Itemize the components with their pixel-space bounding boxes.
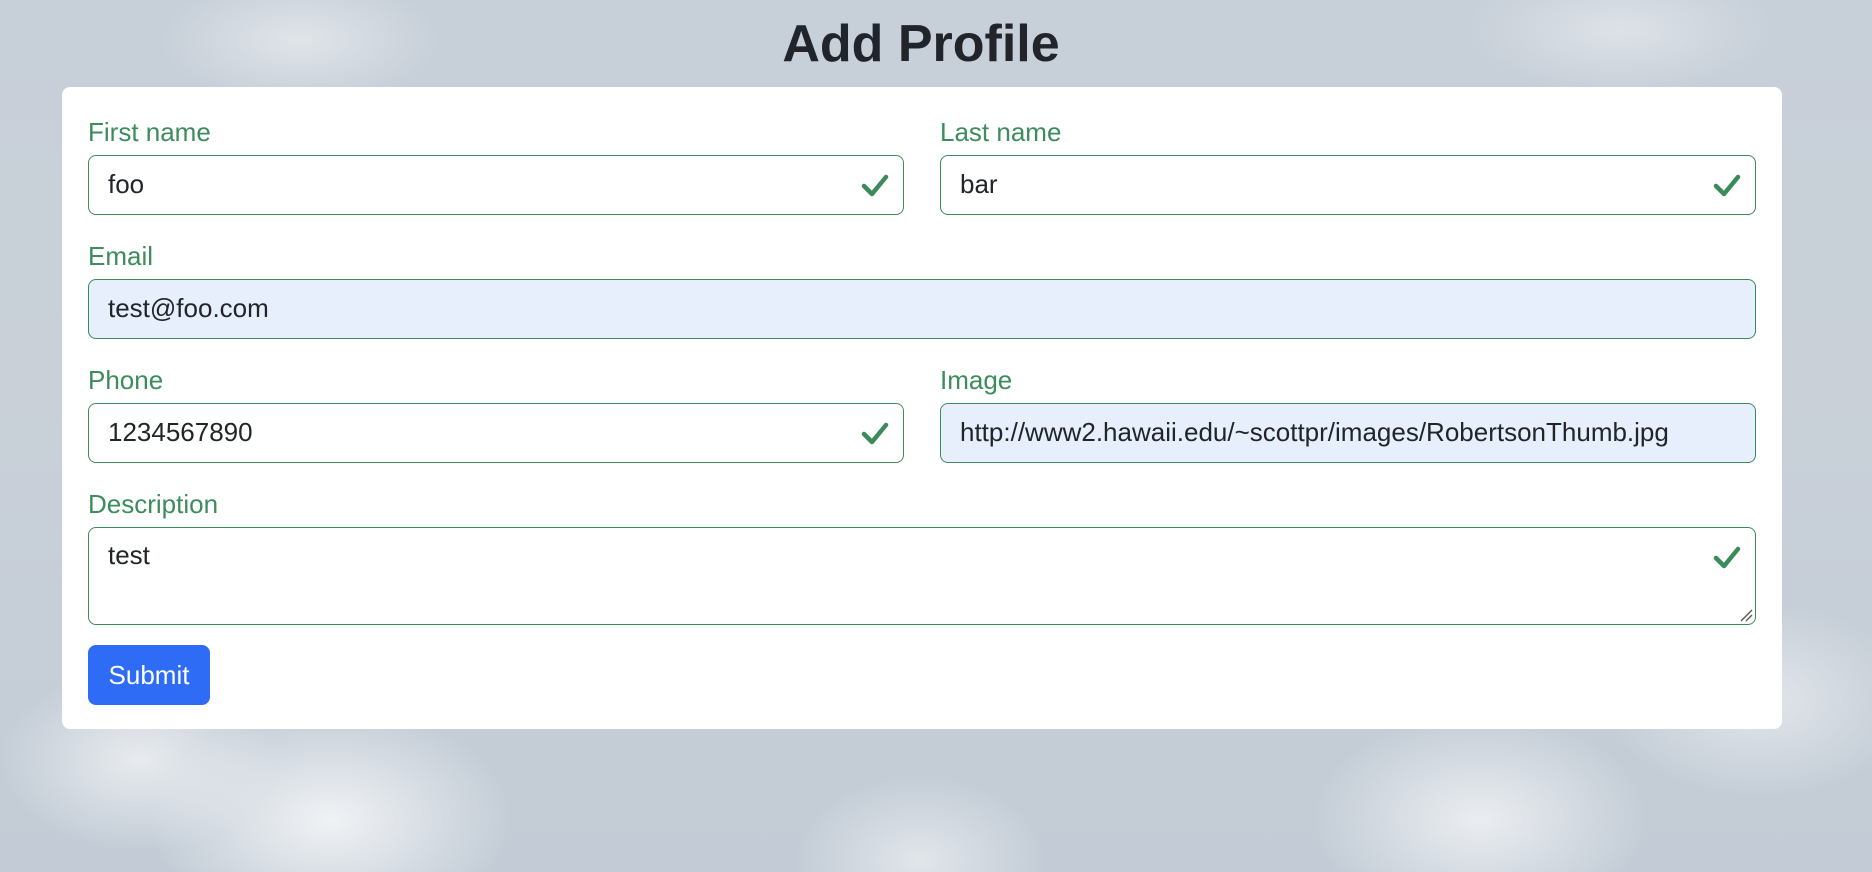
check-icon	[1713, 546, 1741, 569]
first-name-value: foo	[108, 169, 145, 199]
check-icon	[861, 422, 889, 445]
email-group: Email test@foo.com	[88, 241, 1756, 339]
last-name-input[interactable]: bar	[940, 155, 1756, 215]
check-icon	[861, 174, 889, 197]
phone-label: Phone	[88, 365, 164, 395]
image-group: Image http://www2.hawaii.edu/~scottpr/im…	[940, 365, 1756, 463]
image-url-value: http://www2.hawaii.edu/~scottpr/images/R…	[960, 417, 1669, 447]
description-textarea[interactable]: test	[88, 527, 1756, 625]
description-value: test	[108, 540, 150, 570]
resize-handle-icon[interactable]	[1739, 608, 1753, 622]
first-name-group: First name foo	[88, 117, 904, 215]
check-icon	[1713, 174, 1741, 197]
last-name-value: bar	[960, 169, 998, 199]
email-field[interactable]: test@foo.com	[88, 279, 1756, 339]
email-value: test@foo.com	[108, 293, 269, 323]
phone-value: 1234567890	[108, 417, 253, 447]
last-name-label: Last name	[940, 117, 1062, 147]
phone-input[interactable]: 1234567890	[88, 403, 904, 463]
email-label: Email	[88, 241, 154, 271]
last-name-group: Last name bar	[940, 117, 1756, 215]
description-group: Description test	[88, 489, 1756, 625]
submit-button[interactable]: Submit	[88, 645, 210, 705]
page-title: Add Profile	[782, 15, 1060, 73]
first-name-label: First name	[88, 117, 211, 147]
description-label: Description	[88, 489, 219, 519]
first-name-input[interactable]: foo	[88, 155, 904, 215]
phone-group: Phone 1234567890	[88, 365, 904, 463]
profile-form-card: First name foo Last name bar Email test@…	[62, 87, 1782, 729]
image-url-input[interactable]: http://www2.hawaii.edu/~scottpr/images/R…	[940, 403, 1756, 463]
image-label: Image	[940, 365, 1013, 395]
